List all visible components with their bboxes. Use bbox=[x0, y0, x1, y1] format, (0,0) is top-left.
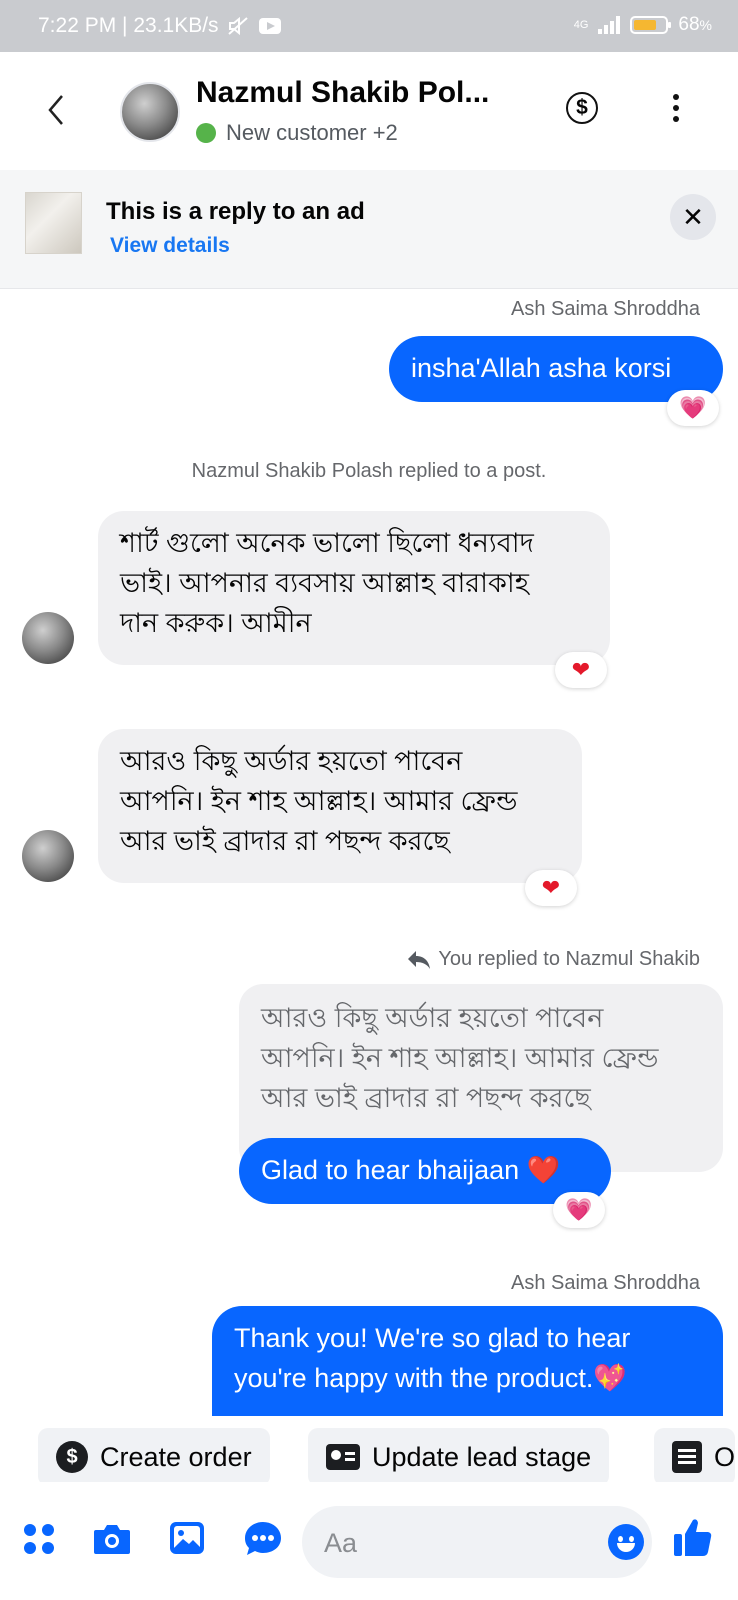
sender-name: Ash Saima Shroddha bbox=[510, 1272, 700, 1294]
battery-level: 68% bbox=[678, 14, 712, 35]
quoted-line: আর ভাই ব্রাদার রা পছন্দ করছে bbox=[261, 1083, 591, 1113]
more-action-button[interactable]: O bbox=[654, 1428, 736, 1486]
message-text: insha'Allah asha korsi bbox=[411, 353, 672, 383]
create-order-label: Create order bbox=[100, 1441, 252, 1472]
contact-status[interactable]: New customer +2 bbox=[196, 120, 398, 146]
quoted-line: আপনি। ইন শাহ আল্লাহ। আমার ফ্রেন্ড bbox=[261, 1043, 659, 1073]
message-input[interactable]: Aa bbox=[302, 1506, 652, 1578]
online-dot-icon bbox=[196, 123, 216, 143]
contact-card-icon bbox=[326, 1444, 360, 1470]
signal-icon bbox=[598, 16, 621, 34]
dollar-icon[interactable]: $ bbox=[566, 92, 598, 124]
youtube-icon bbox=[258, 18, 281, 34]
gallery-icon[interactable] bbox=[168, 1520, 206, 1556]
chat-bubble-icon[interactable] bbox=[243, 1520, 283, 1558]
message-line: শার্ট গুলো অনেক ভালো ছিলো ধন্যবাদ bbox=[120, 528, 534, 558]
message-line: ভাই। আপনার ব্যবসায় আল্লাহ বারাকাহ bbox=[120, 568, 529, 598]
more-options-icon[interactable] bbox=[670, 94, 682, 124]
status-time: 7:22 PM | 23.1KB/s bbox=[38, 14, 219, 37]
reply-arrow-icon bbox=[408, 950, 431, 969]
outgoing-message[interactable]: insha'Allah asha korsi bbox=[389, 336, 723, 402]
sender-avatar[interactable] bbox=[22, 612, 74, 664]
update-lead-label: Update lead stage bbox=[372, 1441, 592, 1472]
reaction-heart-icon[interactable]: 💗 bbox=[553, 1192, 605, 1228]
replied-post-note: Nazmul Shakib Polash replied to a post. bbox=[191, 460, 547, 482]
battery-icon bbox=[630, 16, 672, 34]
sender-name: Ash Saima Shroddha bbox=[510, 298, 700, 320]
emoji-icon[interactable] bbox=[608, 1524, 644, 1560]
reply-note-text: You replied to Nazmul Shakib bbox=[438, 948, 700, 970]
message-line: Thank you! We're so glad to hear bbox=[234, 1323, 631, 1353]
message-line: আপনি। ইন শাহ আল্লাহ। আমার ফ্রেন্ড bbox=[120, 786, 518, 816]
contact-tags: New customer +2 bbox=[226, 120, 398, 145]
ad-thumbnail[interactable] bbox=[25, 192, 82, 254]
mute-icon bbox=[227, 16, 248, 36]
message-text: Glad to hear bhaijaan ❤️ bbox=[261, 1155, 561, 1185]
message-input-placeholder: Aa bbox=[324, 1528, 358, 1558]
view-details-link[interactable]: View details bbox=[110, 234, 230, 258]
update-lead-stage-button[interactable]: Update lead stage bbox=[308, 1428, 610, 1486]
close-icon[interactable]: ✕ bbox=[670, 194, 716, 240]
create-order-button[interactable]: $ Create order bbox=[38, 1428, 270, 1486]
network-type: 4G bbox=[573, 18, 589, 31]
incoming-message[interactable]: শার্ট গুলো অনেক ভালো ছিলো ধন্যবাদ ভাই। আ… bbox=[98, 511, 610, 665]
quoted-line: আরও কিছু অর্ডার হয়তো পাবেন bbox=[261, 1003, 604, 1033]
dollar-icon: $ bbox=[56, 1441, 88, 1473]
back-arrow-icon[interactable] bbox=[40, 90, 76, 130]
status-right: 4G 68% bbox=[574, 14, 712, 36]
message-line: আরও কিছু অর্ডার হয়তো পাবেন bbox=[120, 746, 463, 776]
message-line: আর ভাই ব্রাদার রা পছন্দ করছে bbox=[120, 826, 450, 856]
outgoing-message[interactable]: Glad to hear bhaijaan ❤️ bbox=[239, 1138, 611, 1204]
contact-avatar[interactable] bbox=[120, 82, 180, 142]
ad-reply-banner: This is a reply to an ad View details ✕ bbox=[0, 170, 738, 289]
sender-avatar[interactable] bbox=[22, 830, 74, 882]
status-bar: 7:22 PM | 23.1KB/s 4G 68% bbox=[0, 0, 738, 52]
chat-header: Nazmul Shakib Pol... New customer +2 $ bbox=[0, 52, 738, 170]
message-line: দান করুক। আমীন bbox=[120, 608, 312, 638]
thumbs-up-icon[interactable] bbox=[672, 1516, 714, 1558]
more-action-label: O bbox=[714, 1441, 736, 1472]
document-icon bbox=[672, 1441, 702, 1473]
ad-banner-title: This is a reply to an ad bbox=[106, 198, 365, 225]
message-composer: Aa bbox=[0, 1482, 738, 1600]
menu-grid-icon[interactable] bbox=[22, 1522, 56, 1556]
status-left: 7:22 PM | 23.1KB/s bbox=[38, 14, 281, 38]
incoming-message[interactable]: আরও কিছু অর্ডার হয়তো পাবেন আপনি। ইন শাহ… bbox=[98, 729, 582, 883]
camera-icon[interactable] bbox=[92, 1522, 132, 1556]
reaction-heart-icon[interactable]: ❤ bbox=[525, 870, 577, 906]
reaction-heart-icon[interactable]: ❤ bbox=[555, 652, 607, 688]
outgoing-message[interactable]: Thank you! We're so glad to hear you're … bbox=[212, 1306, 723, 1416]
reply-note: You replied to Nazmul Shakib bbox=[406, 948, 700, 971]
quick-actions: $ Create order Update lead stage O bbox=[0, 1418, 738, 1486]
reaction-heart-icon[interactable]: 💗 bbox=[667, 390, 719, 426]
message-line: you're happy with the product.💖 bbox=[234, 1363, 627, 1393]
contact-name[interactable]: Nazmul Shakib Pol... bbox=[196, 76, 489, 110]
